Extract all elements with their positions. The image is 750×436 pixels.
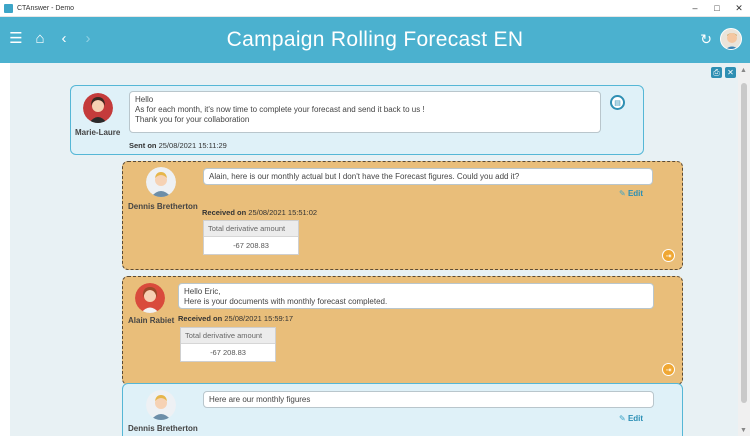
author-name: Alain Rabiet (128, 316, 175, 325)
user-avatar-icon (721, 29, 741, 49)
pencil-icon: ✎ (619, 414, 626, 423)
message-bubble: Here are our monthly figures (203, 391, 654, 408)
message-line: As for each month, it's now time to comp… (135, 105, 425, 114)
man-avatar-icon (146, 390, 176, 420)
received-date: Received on 25/08/2021 15:59:17 (178, 314, 293, 323)
page-title: Campaign Rolling Forecast EN (226, 28, 524, 51)
woman-avatar-icon (83, 93, 113, 123)
message-bubble: Hello Eric, Here is your documents with … (178, 283, 654, 309)
avatar (83, 93, 113, 123)
print-icon[interactable]: ⎙ (711, 67, 722, 78)
edit-label: Edit (627, 414, 644, 423)
meta-label: Received on (178, 314, 223, 323)
amount-table: Total derivative amount -67 208.83 (203, 220, 299, 255)
meta-value: 25/08/2021 15:59:17 (224, 314, 294, 323)
window-title: CTAnswer - Demo (17, 4, 75, 12)
app-header: ☰ ⌂ ‹ › Campaign Rolling Forecast EN ↻ (0, 17, 750, 63)
table-header: Total derivative amount (181, 328, 275, 344)
message-line: Hello Eric, (184, 287, 221, 296)
meta-value: 25/08/2021 15:11:29 (158, 141, 227, 150)
edit-link[interactable]: ✎ Edit (619, 414, 643, 423)
close-icon[interactable]: ✕ (725, 67, 736, 78)
header-actions: ↻ (700, 28, 742, 50)
meta-label: Sent on (129, 141, 157, 150)
meta-value: 25/08/2021 15:51:02 (248, 208, 318, 217)
attachment-icon[interactable]: ⇥ (662, 363, 675, 376)
woman-avatar-icon (135, 283, 165, 313)
table-cell: -67 208.83 (233, 241, 269, 250)
man-avatar-icon (146, 167, 176, 197)
user-avatar[interactable] (720, 28, 742, 50)
message-bubble: Hello As for each month, it's now time t… (129, 91, 601, 133)
table-header: Total derivative amount (204, 221, 298, 237)
avatar (146, 390, 176, 420)
edit-label: Edit (627, 189, 644, 198)
os-titlebar: CTAnswer - Demo – □ ✕ (0, 0, 750, 17)
message-card: Alain Rabiet Hello Eric, Here is your do… (122, 276, 683, 385)
avatar (146, 167, 176, 197)
scrollbar[interactable]: ▲ ▼ (738, 63, 750, 436)
message-card: Dennis Bretherton Here are our monthly f… (122, 383, 683, 436)
window-controls: – □ ✕ (684, 0, 750, 17)
message-line: Thank you for your collaboration (135, 115, 250, 124)
author-name: Dennis Bretherton (128, 424, 198, 433)
scroll-thumb[interactable] (741, 83, 747, 403)
table-cell: -67 208.83 (210, 348, 246, 357)
avatar (135, 283, 165, 313)
window-close-button[interactable]: ✕ (728, 0, 750, 17)
edit-link[interactable]: ✎ Edit (619, 189, 643, 198)
message-line: Here is your documents with monthly fore… (184, 297, 388, 306)
message-card: Dennis Bretherton Alain, here is our mon… (122, 161, 683, 270)
pencil-icon: ✎ (619, 189, 626, 198)
sync-icon[interactable]: ↻ (700, 31, 712, 48)
author-name: Dennis Bretherton (128, 202, 198, 211)
message-bubble: Alain, here is our monthly actual but I … (203, 168, 653, 185)
scroll-up-icon[interactable]: ▲ (740, 67, 747, 74)
message-line: Hello (135, 95, 154, 104)
sent-date: Sent on 25/08/2021 15:11:29 (129, 141, 227, 150)
minimize-button[interactable]: – (684, 0, 706, 17)
maximize-button[interactable]: □ (706, 0, 728, 17)
app-icon (4, 3, 13, 13)
meta-label: Received on (202, 208, 247, 217)
scroll-down-icon[interactable]: ▼ (740, 427, 747, 434)
document-icon[interactable]: ▤ (610, 95, 625, 110)
conversation-area: ⎙ ✕ Marie-Laure Hello As for each month,… (10, 63, 738, 436)
amount-table: Total derivative amount -67 208.83 (180, 327, 276, 362)
attachment-icon[interactable]: ⇥ (662, 249, 675, 262)
received-date: Received on 25/08/2021 15:51:02 (202, 208, 317, 217)
message-card: Marie-Laure Hello As for each month, it'… (70, 85, 644, 155)
content-toolbar: ⎙ ✕ (711, 67, 736, 78)
author-name: Marie-Laure (75, 128, 121, 137)
